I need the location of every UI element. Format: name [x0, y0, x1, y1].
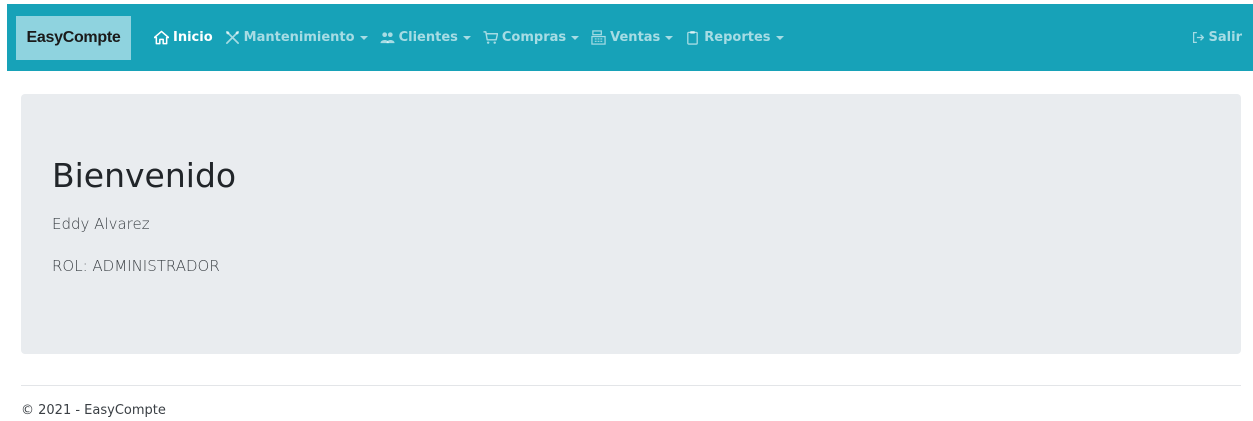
home-icon: [154, 30, 169, 45]
nav-item-label: Ventas: [610, 30, 661, 45]
navbar: EasyCompte Inicio Mantenimiento Clientes…: [7, 4, 1253, 71]
chevron-down-icon: [359, 36, 368, 40]
nav-item-clientes[interactable]: Clientes: [380, 4, 471, 71]
nav-item-label: Clientes: [398, 30, 458, 45]
welcome-panel: Bienvenido Eddy Alvarez ROL: ADMINISTRAD…: [21, 94, 1241, 354]
nav-item-ventas[interactable]: Ventas: [591, 4, 674, 71]
user-name: Eddy Alvarez: [52, 215, 150, 233]
cart-icon: [483, 31, 498, 44]
page-title: Bienvenido: [52, 156, 237, 195]
nav-item-mantenimiento[interactable]: Mantenimiento: [225, 4, 368, 71]
register-icon: [591, 30, 606, 45]
main-nav: Inicio Mantenimiento Clientes Compras Ve…: [154, 4, 796, 71]
nav-item-label: Mantenimiento: [243, 30, 355, 45]
nav-item-label: Reportes: [704, 30, 771, 45]
chevron-down-icon: [775, 36, 784, 40]
tools-icon: [225, 31, 239, 44]
chevron-down-icon: [571, 36, 580, 40]
footer-text: © 2021 - EasyCompte: [21, 403, 166, 418]
user-role: ROL: ADMINISTRADOR: [52, 257, 220, 275]
sign-out-icon: [1192, 32, 1204, 43]
nav-item-label: Inicio: [173, 30, 213, 45]
logout-link[interactable]: Salir: [1192, 4, 1242, 71]
brand-logo[interactable]: EasyCompte: [16, 15, 131, 60]
users-icon: [380, 32, 395, 44]
nav-item-compras[interactable]: Compras: [483, 4, 580, 71]
footer-divider: [21, 385, 1241, 386]
nav-item-label: Compras: [501, 30, 567, 45]
clipboard-icon: [687, 30, 699, 45]
chevron-down-icon: [462, 36, 471, 40]
nav-item-inicio[interactable]: Inicio: [154, 4, 213, 71]
logout-label: Salir: [1208, 30, 1242, 45]
chevron-down-icon: [665, 36, 674, 40]
nav-item-reportes[interactable]: Reportes: [685, 4, 784, 71]
